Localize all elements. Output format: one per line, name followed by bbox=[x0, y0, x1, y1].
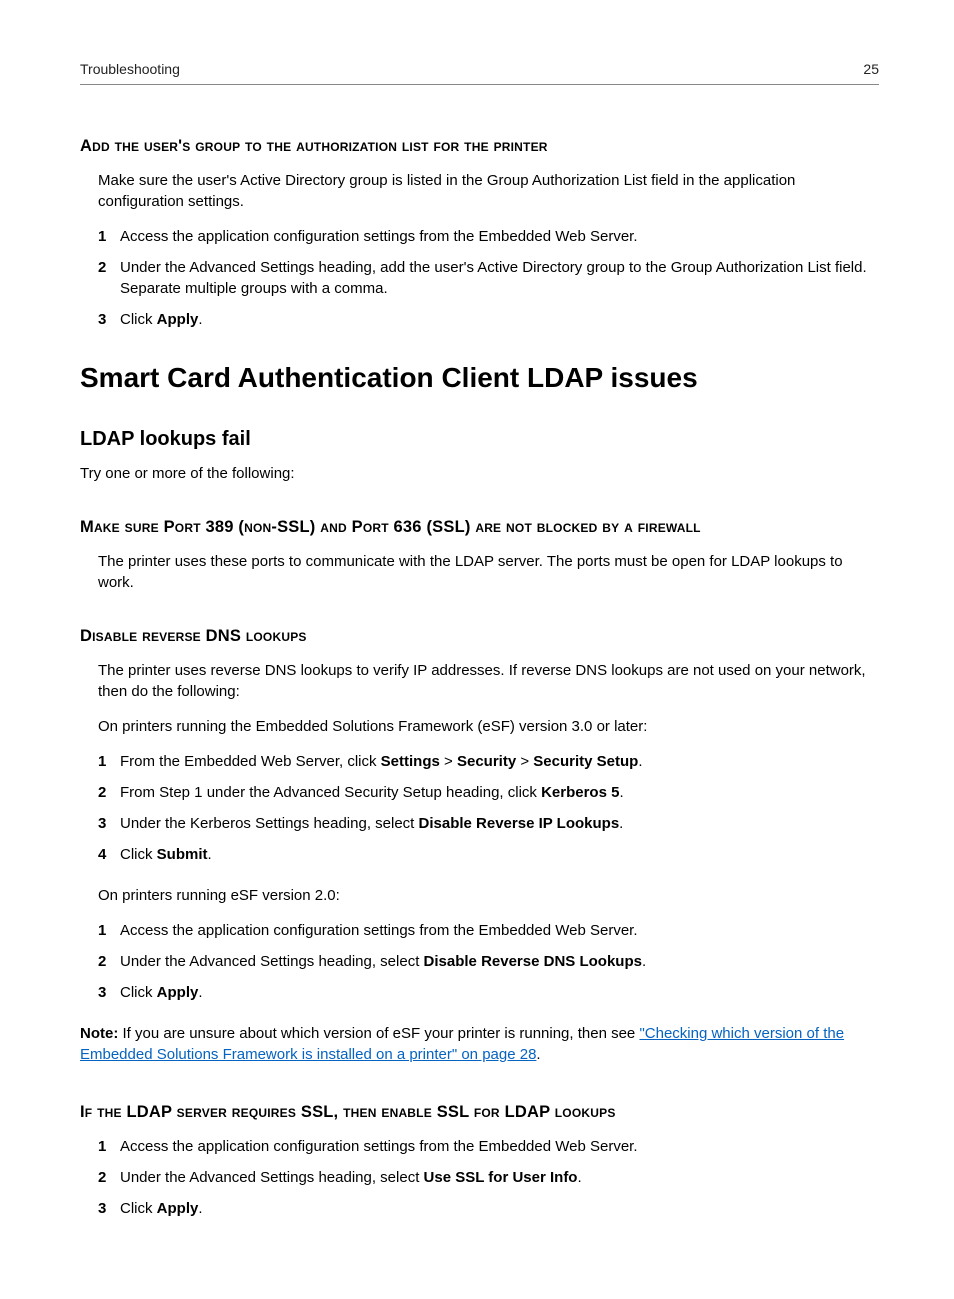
step-number: 1 bbox=[98, 1136, 120, 1157]
step-text: Click Apply. bbox=[120, 309, 879, 330]
step-text: From the Embedded Web Server, click Sett… bbox=[120, 751, 879, 772]
list-item: 2From Step 1 under the Advanced Security… bbox=[98, 782, 879, 803]
heading-ldap-lookups-fail: LDAP lookups fail bbox=[80, 425, 879, 453]
list-item: 3Click Apply. bbox=[98, 309, 879, 330]
step-number: 4 bbox=[98, 844, 120, 865]
steps-add-user-group: 1Access the application configuration se… bbox=[98, 226, 879, 330]
list-item: 1Access the application configuration se… bbox=[98, 226, 879, 247]
list-item: 2Under the Advanced Settings heading, ad… bbox=[98, 257, 879, 299]
step-number: 2 bbox=[98, 257, 120, 299]
header-section: Troubleshooting bbox=[80, 60, 180, 80]
header-page-number: 25 bbox=[863, 60, 879, 80]
steps-esf-3: 1From the Embedded Web Server, click Set… bbox=[98, 751, 879, 865]
step-text: Click Submit. bbox=[120, 844, 879, 865]
step-text: Under the Advanced Settings heading, sel… bbox=[120, 951, 879, 972]
list-item: 2Under the Advanced Settings heading, se… bbox=[98, 951, 879, 972]
intro-add-user-group: Make sure the user's Active Directory gr… bbox=[98, 170, 879, 212]
step-number: 3 bbox=[98, 309, 120, 330]
step-number: 3 bbox=[98, 813, 120, 834]
step-text: Under the Advanced Settings heading, add… bbox=[120, 257, 879, 299]
note-label: Note: bbox=[80, 1025, 118, 1042]
step-text: Under the Advanced Settings heading, sel… bbox=[120, 1167, 879, 1188]
step-text: Click Apply. bbox=[120, 1198, 879, 1219]
list-item: 1Access the application configuration se… bbox=[98, 920, 879, 941]
list-item: 1Access the application configuration se… bbox=[98, 1136, 879, 1157]
heading-enable-ssl-ldap: If the LDAP server requires SSL, then en… bbox=[80, 1101, 879, 1124]
step-number: 1 bbox=[98, 920, 120, 941]
list-item: 3Under the Kerberos Settings heading, se… bbox=[98, 813, 879, 834]
step-number: 2 bbox=[98, 782, 120, 803]
list-item: 4Click Submit. bbox=[98, 844, 879, 865]
step-number: 2 bbox=[98, 951, 120, 972]
line-esf-3: On printers running the Embedded Solutio… bbox=[98, 716, 879, 737]
steps-enable-ssl: 1Access the application configuration se… bbox=[98, 1136, 879, 1219]
list-item: 2Under the Advanced Settings heading, se… bbox=[98, 1167, 879, 1188]
step-number: 1 bbox=[98, 751, 120, 772]
step-number: 3 bbox=[98, 982, 120, 1003]
step-number: 1 bbox=[98, 226, 120, 247]
line-esf-2: On printers running eSF version 2.0: bbox=[98, 885, 879, 906]
note-esf-version: Note: If you are unsure about which vers… bbox=[80, 1023, 879, 1065]
intro-disable-reverse-dns: The printer uses reverse DNS lookups to … bbox=[98, 660, 879, 702]
list-item: 3Click Apply. bbox=[98, 1198, 879, 1219]
step-number: 3 bbox=[98, 1198, 120, 1219]
step-text: Under the Kerberos Settings heading, sel… bbox=[120, 813, 879, 834]
page-header: Troubleshooting 25 bbox=[80, 60, 879, 85]
heading-disable-reverse-dns: Disable reverse DNS lookups bbox=[80, 625, 879, 648]
step-text: From Step 1 under the Advanced Security … bbox=[120, 782, 879, 803]
step-text: Access the application configuration set… bbox=[120, 226, 879, 247]
step-number: 2 bbox=[98, 1167, 120, 1188]
try-line: Try one or more of the following: bbox=[80, 463, 879, 484]
heading-add-user-group: Add the user's group to the authorizatio… bbox=[80, 135, 879, 158]
steps-esf-2: 1Access the application configuration se… bbox=[98, 920, 879, 1003]
step-text: Click Apply. bbox=[120, 982, 879, 1003]
step-text: Access the application configuration set… bbox=[120, 1136, 879, 1157]
step-text: Access the application configuration set… bbox=[120, 920, 879, 941]
list-item: 1From the Embedded Web Server, click Set… bbox=[98, 751, 879, 772]
heading-ports-firewall: Make sure Port 389 (non-SSL) and Port 63… bbox=[80, 516, 879, 539]
list-item: 3Click Apply. bbox=[98, 982, 879, 1003]
body-ports-firewall: The printer uses these ports to communic… bbox=[98, 551, 879, 593]
heading-main: Smart Card Authentication Client LDAP is… bbox=[80, 358, 879, 397]
